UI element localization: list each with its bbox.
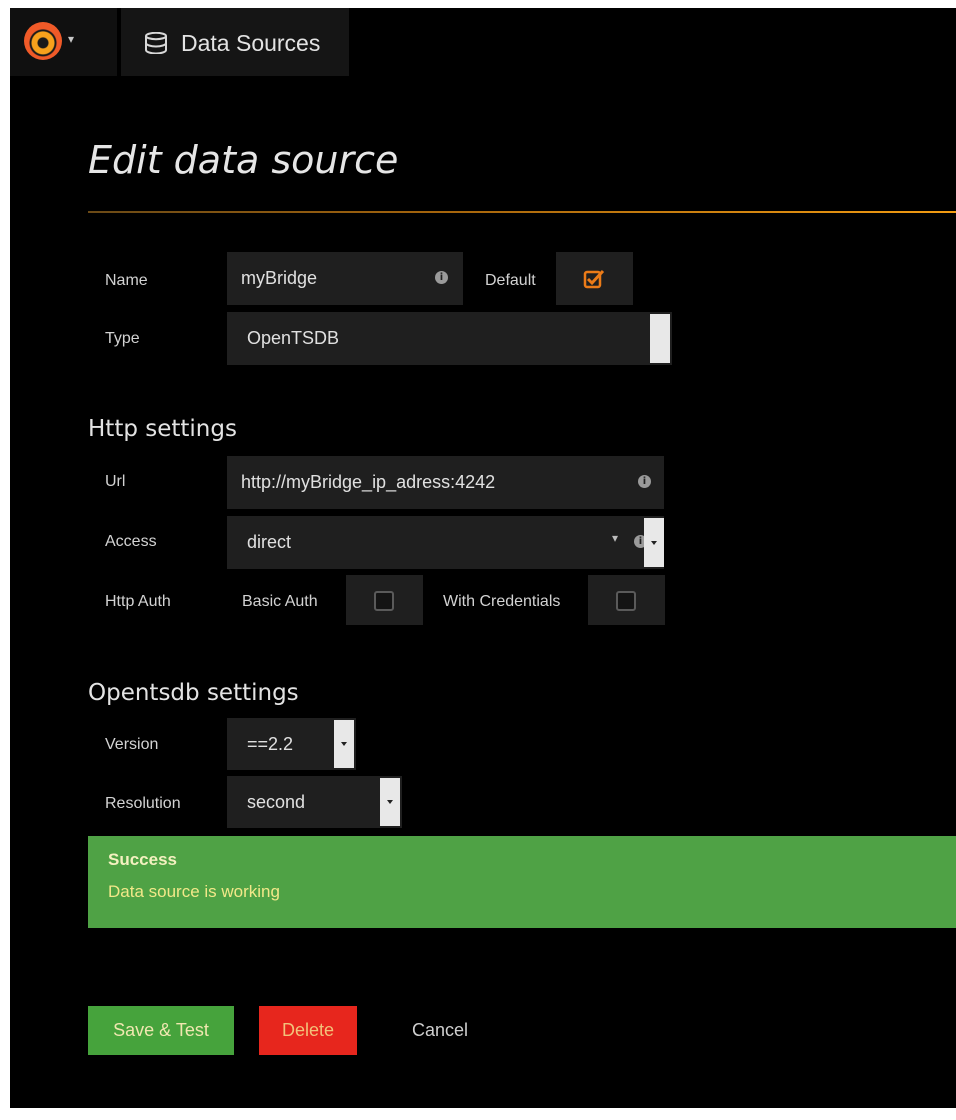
- save-test-button[interactable]: Save & Test: [88, 1006, 234, 1055]
- section-title: Data Sources: [181, 30, 321, 56]
- alert-message: Data source is working: [108, 882, 280, 901]
- caret-down-icon: ▾: [612, 531, 619, 545]
- resolution-label: Resolution: [105, 795, 181, 812]
- alert-title: Success: [108, 850, 177, 869]
- access-value: direct: [247, 532, 292, 552]
- app-window: ▾ Data Sources Edit data source Name myB…: [10, 8, 956, 1108]
- info-icon[interactable]: i: [435, 271, 448, 284]
- cancel-button[interactable]: Cancel: [390, 1006, 490, 1055]
- url-value: http://myBridge_ip_adress:4242: [241, 472, 496, 492]
- title-divider: [88, 211, 956, 213]
- name-value: myBridge: [241, 268, 318, 288]
- type-value: OpenTSDB: [247, 328, 340, 348]
- basic-auth-checkbox[interactable]: [346, 575, 423, 625]
- default-label: Default: [485, 272, 536, 289]
- delete-button[interactable]: Delete: [259, 1006, 357, 1055]
- http-auth-label: Http Auth: [105, 593, 171, 610]
- database-icon: [145, 32, 167, 54]
- version-select-button[interactable]: [334, 720, 354, 768]
- with-credentials-label: With Credentials: [443, 593, 561, 610]
- resolution-select[interactable]: second: [227, 776, 402, 828]
- caret-down-icon: [651, 540, 657, 545]
- access-select[interactable]: direct: [227, 516, 664, 569]
- access-select-button[interactable]: [644, 518, 664, 567]
- grafana-menu-button[interactable]: ▾: [10, 8, 117, 76]
- opentsdb-settings-heading: Opentsdb settings: [88, 680, 299, 706]
- page-title: Edit data source: [88, 138, 399, 182]
- url-label: Url: [105, 473, 126, 490]
- checkbox-unchecked-icon: [374, 591, 394, 611]
- breadcrumb[interactable]: Data Sources: [121, 8, 349, 76]
- name-label: Name: [105, 272, 148, 289]
- url-input[interactable]: http://myBridge_ip_adress:4242: [227, 456, 664, 509]
- info-icon[interactable]: i: [638, 475, 651, 488]
- caret-down-icon: ▾: [68, 32, 75, 46]
- type-select[interactable]: OpenTSDB: [227, 312, 672, 365]
- checkbox-checked-icon: [583, 269, 605, 289]
- checkbox-unchecked-icon: [616, 591, 636, 611]
- success-alert: Success Data source is working: [88, 836, 956, 928]
- name-input[interactable]: myBridge: [227, 252, 463, 305]
- version-value: ==2.2: [247, 733, 294, 754]
- access-label: Access: [105, 533, 157, 550]
- http-settings-heading: Http settings: [88, 416, 237, 442]
- caret-down-icon: [341, 742, 347, 746]
- resolution-value: second: [247, 791, 306, 812]
- default-checkbox[interactable]: [556, 252, 633, 305]
- type-label: Type: [105, 330, 140, 347]
- version-label: Version: [105, 736, 159, 753]
- grafana-logo-icon: [24, 22, 62, 60]
- caret-down-icon: [387, 800, 393, 804]
- with-credentials-checkbox[interactable]: [588, 575, 665, 625]
- type-select-button[interactable]: [650, 314, 670, 363]
- resolution-select-button[interactable]: [380, 778, 400, 826]
- basic-auth-label: Basic Auth: [242, 593, 318, 610]
